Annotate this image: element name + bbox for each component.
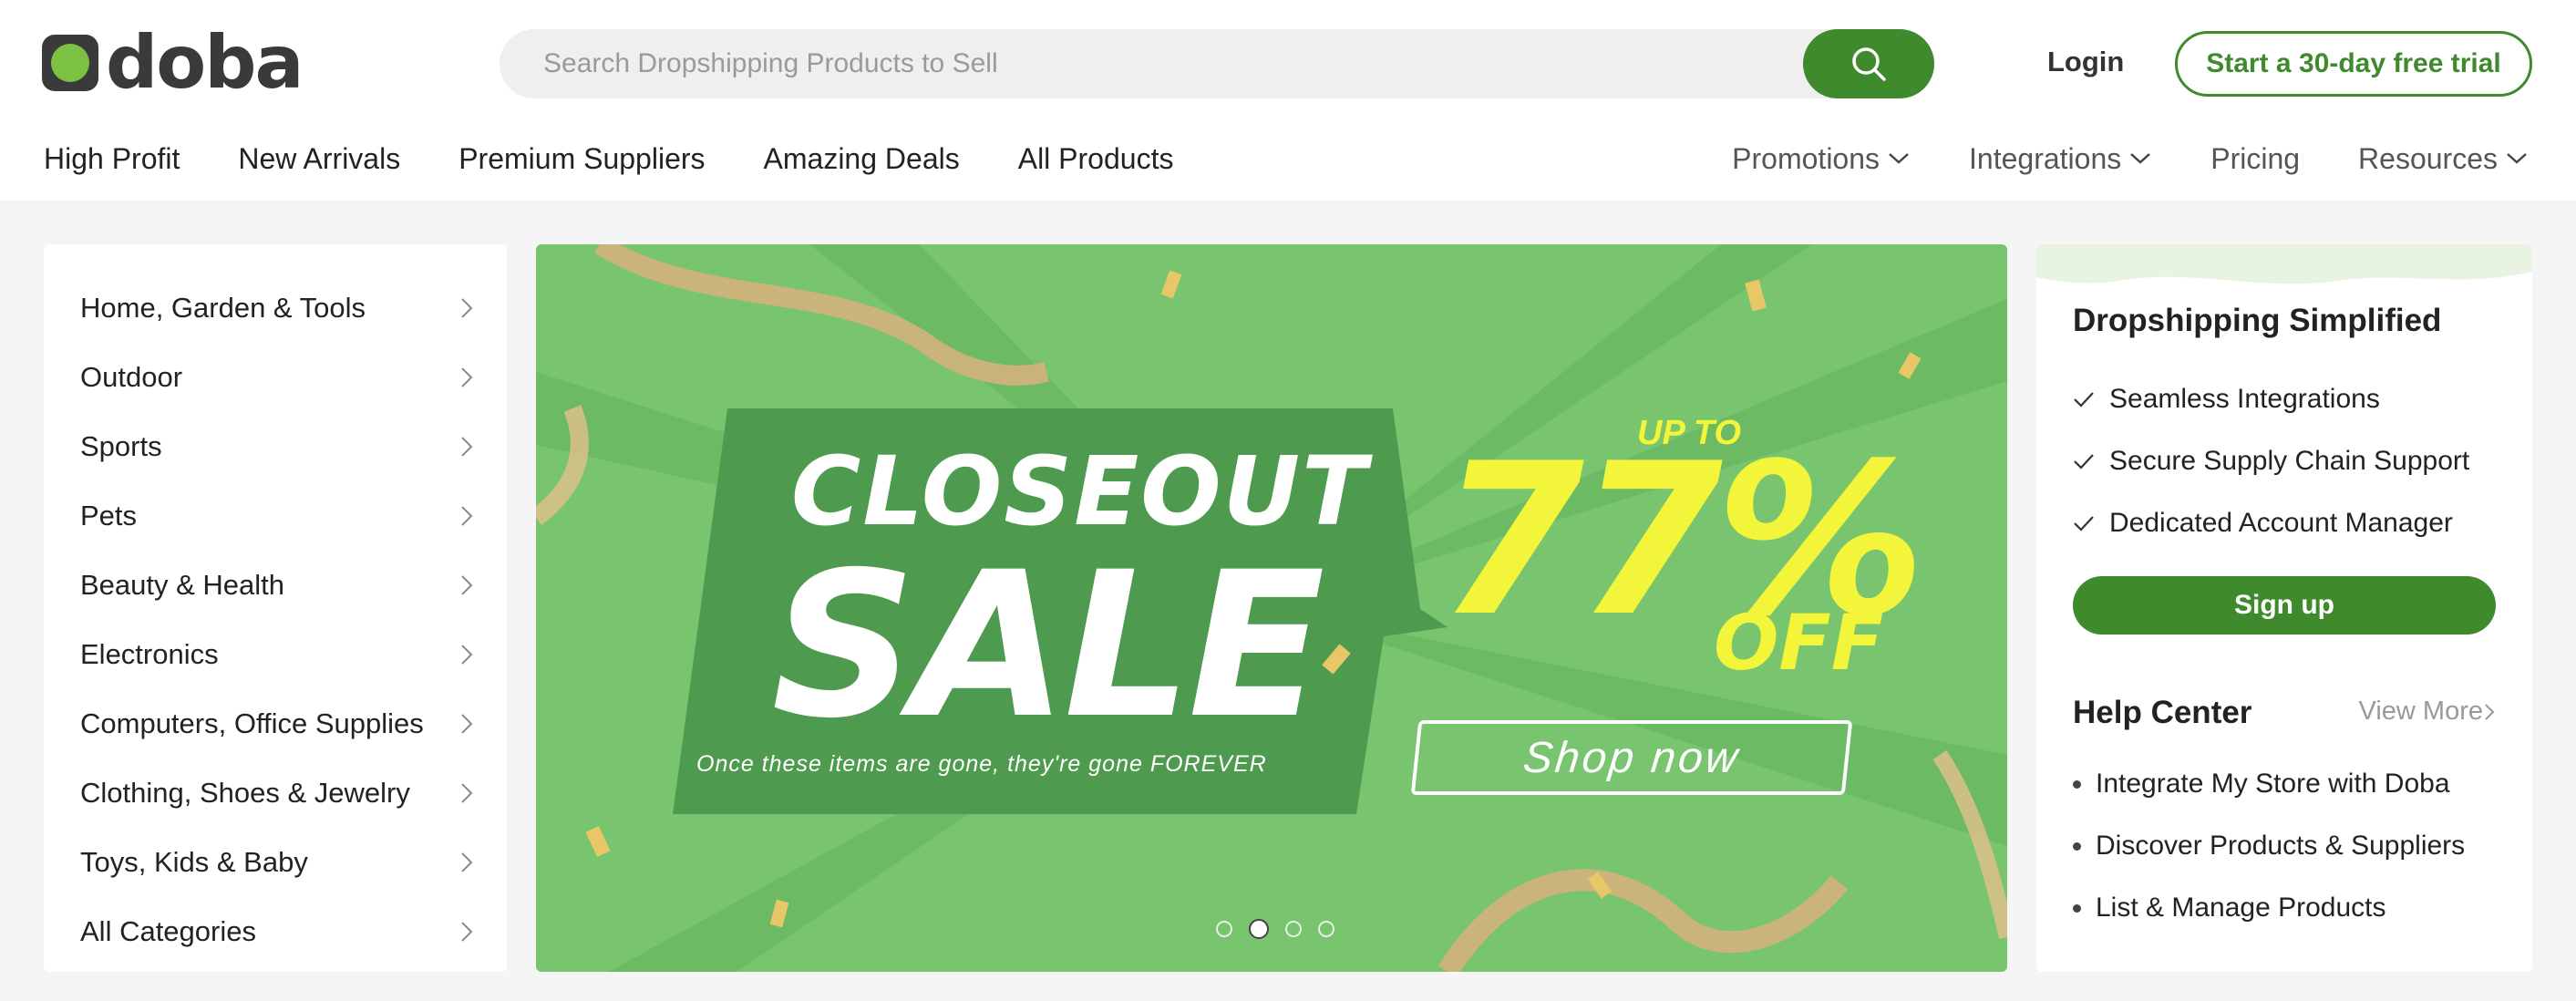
category-label: All Categories [80,915,256,947]
nav-premium-suppliers[interactable]: Premium Suppliers [459,139,705,179]
promo-banner[interactable]: CLOSEOUT SALE Once these items are gone,… [536,244,2007,972]
category-label: Beauty & Health [80,569,285,601]
chevron-right-icon [461,852,473,872]
carousel-dot-active[interactable] [1249,919,1269,939]
chevron-right-icon [461,783,473,803]
chevron-right-icon [461,922,473,942]
category-item[interactable]: Outdoor [44,343,507,412]
category-menu: Home, Garden & Tools Outdoor Sports Pets… [44,244,507,972]
category-item[interactable]: Beauty & Health [44,551,507,620]
search-bar [500,29,1934,98]
bullet-icon [2073,903,2081,913]
chevron-right-icon [461,575,473,595]
category-item[interactable]: Home, Garden & Tools [44,273,507,343]
chevron-right-icon [461,367,473,387]
help-item-label: Integrate My Store with Doba [2096,769,2450,799]
chevron-right-icon [461,298,473,318]
feature-item: Seamless Integrations [2073,368,2469,430]
category-label: Pets [80,500,138,531]
category-label: Toys, Kids & Baby [80,846,308,878]
nav-promotions-label: Promotions [1732,142,1880,175]
nav-integrations[interactable]: Integrations [1969,139,2152,179]
bullet-icon [2073,779,2081,789]
carousel-dot[interactable] [1216,921,1232,937]
help-item[interactable]: Integrate My Store with Doba [2073,753,2465,815]
category-label: Electronics [80,638,219,670]
check-icon [2074,392,2094,408]
chevron-right-icon [461,645,473,665]
check-icon [2074,454,2094,470]
doba-logo[interactable]: doba [42,20,304,105]
check-icon [2074,516,2094,531]
chevron-right-icon [461,714,473,734]
feature-label: Secure Supply Chain Support [2109,446,2470,476]
help-item-label: List & Manage Products [2096,893,2386,923]
carousel-dots [1216,919,1351,939]
banner-tagline: Once these items are gone, they're gone … [696,751,1267,777]
logo-mark-icon [42,35,98,91]
help-item[interactable]: List & Manage Products [2073,877,2465,939]
category-label: Clothing, Shoes & Jewelry [80,777,410,809]
panel-wave-decoration [2036,244,2532,284]
search-input[interactable] [543,29,1819,98]
chevron-right-icon [2485,703,2495,720]
sign-up-button[interactable]: Sign up [2073,576,2496,635]
help-center-title: Help Center [2073,695,2252,730]
shop-now-button[interactable]: Shop now [1410,720,1853,795]
panel-title: Dropshipping Simplified [2073,303,2442,338]
header: doba Login Start a 30-day free trial Hig… [0,0,2576,201]
logo-text: doba [106,20,304,105]
info-panel: Dropshipping Simplified Seamless Integra… [2036,244,2532,972]
category-item[interactable]: Computers, Office Supplies [44,689,507,758]
feature-label: Dedicated Account Manager [2109,508,2453,538]
banner-sale-text: SALE [771,529,1324,762]
chevron-right-icon [461,506,473,526]
category-label: Sports [80,430,162,462]
category-item[interactable]: Toys, Kids & Baby [44,828,507,897]
carousel-dot[interactable] [1285,921,1302,937]
nav-resources-label: Resources [2358,142,2498,175]
category-item[interactable]: Sports [44,412,507,481]
nav-promotions[interactable]: Promotions [1732,139,1911,179]
carousel-dot[interactable] [1318,921,1334,937]
category-item[interactable]: Electronics [44,620,507,689]
chevron-down-icon [2507,153,2527,164]
help-item[interactable]: Discover Products & Suppliers [2073,815,2465,877]
banner-off: OFF [1714,598,1884,687]
nav-high-profit[interactable]: High Profit [44,139,180,179]
help-list: Integrate My Store with Doba Discover Pr… [2073,753,2465,939]
view-more-link[interactable]: View More [2359,697,2496,727]
chevron-down-icon [2130,153,2151,164]
category-label: Computers, Office Supplies [80,707,424,739]
nav-resources[interactable]: Resources [2358,139,2529,179]
free-trial-button[interactable]: Start a 30-day free trial [2175,31,2532,97]
nav-pricing[interactable]: Pricing [2210,139,2300,179]
category-item[interactable]: Clothing, Shoes & Jewelry [44,758,507,828]
nav-amazing-deals[interactable]: Amazing Deals [764,139,960,179]
login-link[interactable]: Login [2047,42,2124,82]
nav-integrations-label: Integrations [1969,142,2122,175]
secondary-nav: Promotions Integrations Pricing Resource… [1674,139,2529,179]
primary-nav: High Profit New Arrivals Premium Supplie… [44,139,1231,179]
bullet-icon [2073,841,2081,851]
feature-label: Seamless Integrations [2109,384,2380,414]
category-label: Home, Garden & Tools [80,292,366,324]
category-item[interactable]: All Categories [44,897,507,966]
category-label: Outdoor [80,361,183,393]
help-item-label: Discover Products & Suppliers [2096,831,2466,861]
chevron-down-icon [1889,153,1909,164]
view-more-label: View More [2358,697,2483,726]
chevron-right-icon [461,437,473,457]
nav-new-arrivals[interactable]: New Arrivals [238,139,400,179]
search-button[interactable] [1803,29,1934,98]
category-item[interactable]: Pets [44,481,507,551]
nav-all-products[interactable]: All Products [1018,139,1174,179]
search-icon [1852,47,1886,81]
feature-item: Secure Supply Chain Support [2073,430,2469,492]
feature-list: Seamless Integrations Secure Supply Chai… [2073,368,2469,554]
nav-pricing-label: Pricing [2210,142,2301,175]
feature-item: Dedicated Account Manager [2073,492,2469,554]
